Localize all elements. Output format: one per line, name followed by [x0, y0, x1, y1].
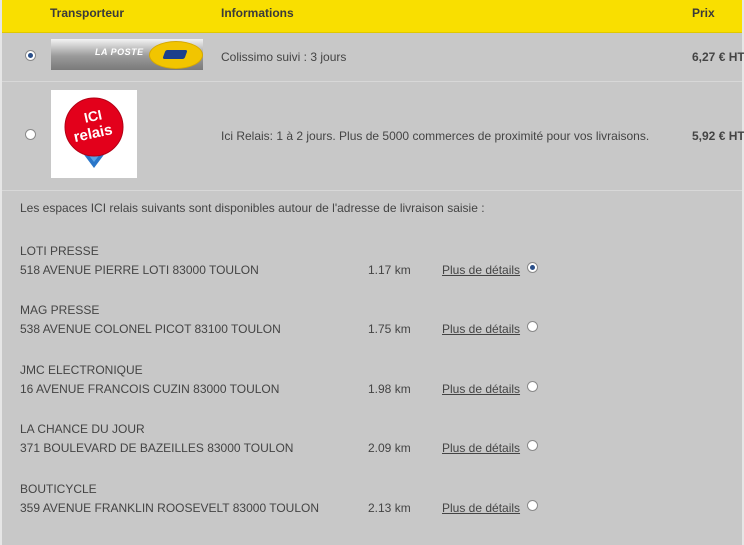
relay-radio[interactable] [527, 381, 538, 392]
shipping-selection-panel: Transporteur Informations Prix LA POSTE … [0, 0, 744, 545]
la-poste-logo: LA POSTE [51, 39, 203, 70]
relay-item: LA CHANCE DU JOUR 371 BOULEVARD DE BAZEI… [20, 422, 720, 462]
relay-item: MAG PRESSE 538 AVENUE COLONEL PICOT 8310… [20, 303, 720, 343]
header-information: Informations [221, 6, 294, 20]
header-price: Prix [692, 6, 715, 20]
relay-name: BOUTICYCLE [20, 482, 97, 496]
ici-relais-logo-graphic: ICI relais [64, 97, 124, 168]
relay-intro-text: Les espaces ICI relais suivants sont dis… [20, 201, 485, 215]
ici-relais-logo: ICI relais [51, 90, 137, 178]
relay-name: MAG PRESSE [20, 303, 100, 317]
relay-details-link[interactable]: Plus de détails [442, 501, 520, 515]
relay-address: 359 AVENUE FRANKLIN ROOSEVELT 83000 TOUL… [20, 501, 320, 515]
relay-item: JMC ELECTRONIQUE 16 AVENUE FRANCOIS CUZI… [20, 363, 720, 403]
relay-item: BOUTICYCLE 359 AVENUE FRANKLIN ROOSEVELT… [20, 482, 720, 522]
table-header: Transporteur Informations Prix [2, 0, 742, 33]
relay-name: JMC ELECTRONIQUE [20, 363, 143, 377]
relay-distance: 2.09 km [368, 441, 411, 455]
header-carrier: Transporteur [50, 6, 125, 20]
relay-radio[interactable] [527, 500, 538, 511]
carrier-row-icirelais: ICI relais Ici Relais: 1 à 2 jours. Plus… [2, 82, 744, 191]
la-poste-bird-icon [149, 41, 203, 69]
relay-address: 538 AVENUE COLONEL PICOT 83100 TOULON [20, 322, 281, 336]
relay-radio[interactable] [527, 262, 538, 273]
relay-item: LOTI PRESSE 518 AVENUE PIERRE LOTI 83000… [20, 244, 720, 284]
relay-distance: 1.75 km [368, 322, 411, 336]
carrier-info-laposte: Colissimo suivi : 3 jours [221, 50, 347, 64]
relay-details-link[interactable]: Plus de détails [442, 382, 520, 396]
carrier-radio-icirelais[interactable] [25, 129, 36, 140]
relay-address: 16 AVENUE FRANCOIS CUZIN 83000 TOULON [20, 382, 280, 396]
carrier-row-laposte: LA POSTE Colissimo suivi : 3 jours 6,27 … [2, 33, 744, 82]
relay-details-link[interactable]: Plus de détails [442, 441, 520, 455]
relay-details-link[interactable]: Plus de détails [442, 322, 520, 336]
carrier-price-laposte: 6,27 € HT [692, 50, 744, 64]
la-poste-logo-text: LA POSTE [95, 47, 144, 57]
relay-details-link[interactable]: Plus de détails [442, 263, 520, 277]
relay-distance: 1.17 km [368, 263, 411, 277]
relay-radio[interactable] [527, 440, 538, 451]
relay-distance: 1.98 km [368, 382, 411, 396]
relay-name: LA CHANCE DU JOUR [20, 422, 145, 436]
relay-radio[interactable] [527, 321, 538, 332]
relay-distance: 2.13 km [368, 501, 411, 515]
carrier-price-icirelais: 5,92 € HT [692, 129, 744, 143]
relay-address: 518 AVENUE PIERRE LOTI 83000 TOULON [20, 263, 259, 277]
carrier-radio-laposte[interactable] [25, 50, 36, 61]
relay-name: LOTI PRESSE [20, 244, 99, 258]
carrier-info-icirelais: Ici Relais: 1 à 2 jours. Plus de 5000 co… [221, 129, 650, 143]
relay-address: 371 BOULEVARD DE BAZEILLES 83000 TOULON [20, 441, 294, 455]
